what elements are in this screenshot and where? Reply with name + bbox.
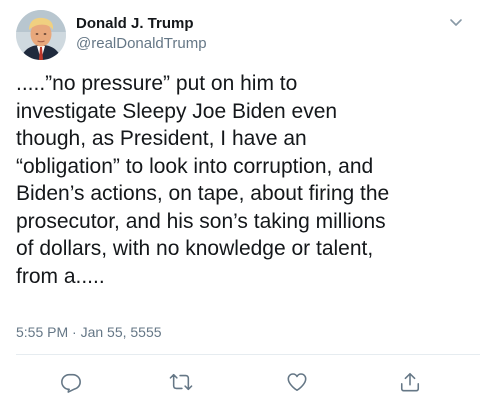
tweet-text-line: of dollars, with no knowledge or talent, [16,237,374,260]
tweet-actions [0,368,480,398]
tweet-text: .....”no pressure” put on him to investi… [16,70,468,290]
avatar[interactable] [16,10,66,60]
tweet-header: Donald J. Trump @realDonaldTrump [16,10,466,64]
heart-icon [287,373,307,392]
tweet-card: Donald J. Trump @realDonaldTrump .....”n… [0,0,480,410]
tweet-text-line: Biden’s actions, on tape, about firing t… [16,182,390,205]
tweet-text-line: from a..... [16,264,105,288]
tweet-text-line: .....”no pressure” put on him to [16,72,298,95]
display-name[interactable]: Donald J. Trump [76,14,207,34]
reply-button[interactable] [57,368,85,396]
tweet-text-line: though, as President, I have an [16,127,307,150]
more-options-button[interactable] [446,12,466,32]
tweet-text-line: “obligation” to look into corruption, an… [16,154,374,178]
author-names: Donald J. Trump @realDonaldTrump [76,14,207,54]
chevron-down-icon [450,19,462,26]
divider [16,354,480,355]
share-icon [400,372,420,392]
share-button[interactable] [396,368,424,396]
retweet-icon [169,373,193,391]
like-button[interactable] [283,368,311,396]
tweet-text-line: prosecutor, and his son’s taking million… [16,209,386,233]
retweet-button[interactable] [167,368,195,396]
tweet-timestamp[interactable]: 5:55 PM · Jan 55, 5555 [16,324,162,340]
user-handle[interactable]: @realDonaldTrump [76,34,207,54]
avatar-image [16,10,66,60]
reply-icon [61,373,81,393]
tweet-text-line: investigate Sleepy Joe Biden even [16,99,338,123]
